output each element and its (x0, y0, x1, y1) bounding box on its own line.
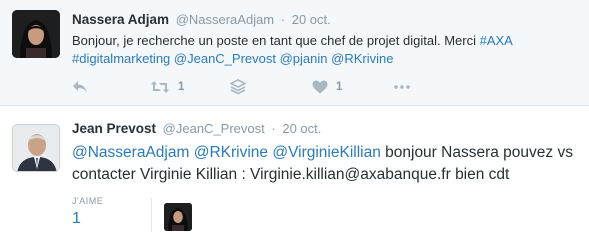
stack-icon (230, 79, 246, 95)
hashtag-link[interactable]: #digitalmarketing (72, 51, 170, 66)
author-handle[interactable]: @JeanC_Prevost (163, 121, 265, 136)
likes-label: J'AIME (72, 196, 104, 206)
tweet-header: Jean Prevost @JeanC_Prevost · 20 oct. (72, 121, 321, 136)
more-icon (394, 85, 410, 89)
retweet-count: 1 (178, 81, 185, 93)
tweet-header: Nassera Adjam @NasseraAdjam · 20 oct. (72, 12, 331, 27)
mention-link[interactable]: @RKrivine (331, 51, 393, 66)
tweet-text: @NasseraAdjam @RKrivine @VirginieKillian… (72, 142, 577, 186)
mention-link[interactable]: @VirginieKillian (272, 144, 381, 161)
mention-link[interactable]: @RKrivine (194, 144, 268, 161)
like-count: 1 (336, 81, 343, 93)
author-name[interactable]: Jean Prevost (72, 121, 156, 136)
mention-link[interactable]: @NasseraAdjam (72, 144, 189, 161)
liker-avatar[interactable] (164, 203, 192, 231)
heart-icon (312, 80, 328, 94)
like-button[interactable]: 1 (312, 78, 342, 96)
reply-button[interactable] (72, 78, 88, 96)
tweet-nassera[interactable]: Nassera Adjam @NasseraAdjam · 20 oct. Bo… (0, 0, 589, 106)
avatar[interactable] (12, 124, 60, 172)
tweet-timestamp[interactable]: 20 oct. (282, 121, 321, 136)
reply-icon (73, 81, 87, 93)
collection-button[interactable] (230, 78, 246, 96)
retweet-button[interactable]: 1 (150, 78, 184, 96)
author-name[interactable]: Nassera Adjam (72, 12, 169, 27)
retweet-icon (151, 81, 169, 93)
author-handle[interactable]: @NasseraAdjam (176, 12, 274, 27)
likes-value: 1 (72, 210, 81, 227)
stats-divider (151, 198, 152, 232)
tweet-timestamp[interactable]: 20 oct. (292, 12, 331, 27)
hashtag-link[interactable]: #AXA (480, 33, 513, 48)
tweet-text-plain: Bonjour, je recherche un poste en tant q… (72, 33, 480, 48)
mention-link[interactable]: @JeanC_Prevost (174, 51, 276, 66)
tweet-text: Bonjour, je recherche un poste en tant q… (72, 32, 572, 68)
separator-dot: · (271, 121, 276, 136)
more-button[interactable] (394, 78, 410, 96)
mention-link[interactable]: @pjanin (280, 51, 328, 66)
avatar[interactable] (12, 10, 60, 58)
likes-stat[interactable]: J'AIME 1 (72, 196, 103, 228)
separator-dot: · (280, 12, 286, 27)
